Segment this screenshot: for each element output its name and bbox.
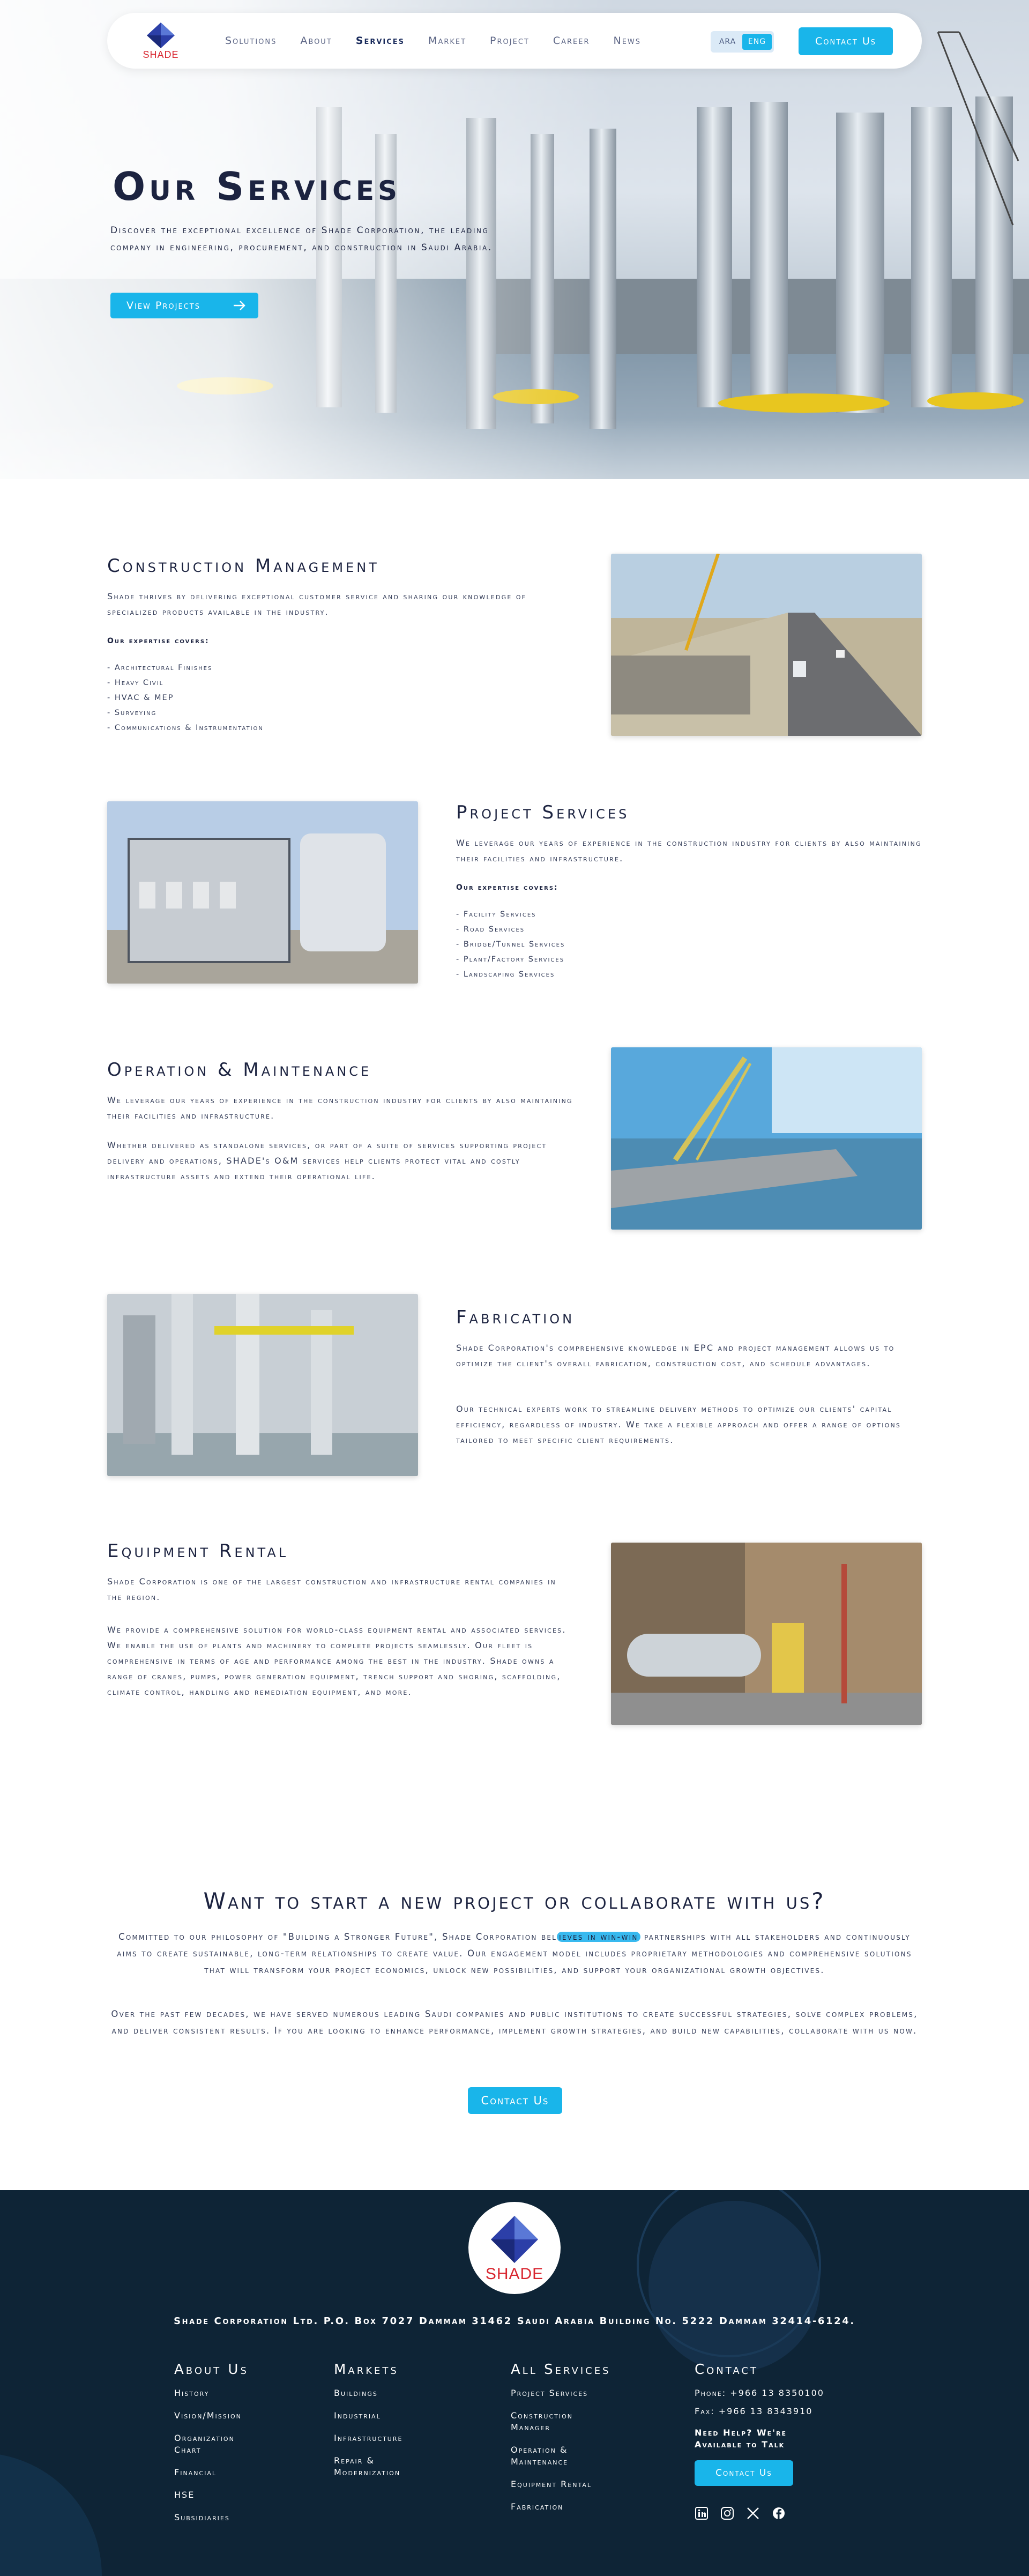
- list-item: - Surveying: [107, 709, 157, 717]
- footer-logo-text: SHADE: [485, 2265, 544, 2283]
- footer-link-industrial[interactable]: Industrial: [334, 2410, 436, 2422]
- hero-description: Discover the exceptional excellence of S…: [110, 225, 493, 253]
- footer-link-repair-modernization[interactable]: Repair & Modernization: [334, 2455, 436, 2478]
- footer-link-construction-manager[interactable]: Construction Manager: [511, 2410, 602, 2433]
- footer-address: Shade Corporation Ltd. P.O. Box 7027 Dam…: [174, 2316, 855, 2327]
- footer-link-subsidiaries[interactable]: Subsidiaries: [174, 2512, 265, 2523]
- top-navbar: SHADE Solutions About Services Market Pr…: [107, 13, 922, 69]
- footer-contact-button[interactable]: Contact Us: [695, 2460, 793, 2486]
- list-item: - Architectural Finishes: [107, 664, 213, 672]
- nav-links: Solutions About Services Market Project …: [225, 13, 665, 69]
- footer-link-buildings[interactable]: Buildings: [334, 2387, 436, 2399]
- footer-link-equipment-rental[interactable]: Equipment Rental: [511, 2478, 611, 2490]
- list-item: - Landscaping Services: [456, 970, 555, 979]
- shade-logo[interactable]: SHADE: [139, 20, 182, 62]
- list-item: - Plant/Factory Services: [456, 955, 565, 964]
- footer-link-history[interactable]: History: [174, 2387, 265, 2399]
- construction-expertise-list: - Architectural Finishes - Heavy Civil -…: [107, 660, 264, 735]
- fabrication-text-1: Shade Corporation's comprehensive knowle…: [456, 1343, 895, 1368]
- nav-link-news[interactable]: News: [614, 35, 642, 47]
- fabrication-image: [107, 1294, 418, 1476]
- footer-link-organization-chart[interactable]: Organization Chart: [174, 2432, 265, 2456]
- page-title: Our Services: [113, 164, 401, 209]
- footer-about-column: About Us History Vision/Mission Organiza…: [174, 2362, 265, 2534]
- footer-link-infrastructure[interactable]: Infrastructure: [334, 2432, 436, 2444]
- instagram-icon[interactable]: [720, 2506, 734, 2520]
- footer: SHADE Shade Corporation Ltd. P.O. Box 70…: [0, 2190, 1029, 2576]
- facebook-icon[interactable]: [772, 2506, 786, 2520]
- equipment-title: Equipment Rental: [107, 1540, 289, 1562]
- footer-contact-title: Contact: [695, 2362, 758, 2378]
- arrow-right-icon: [234, 301, 245, 310]
- lang-eng-button[interactable]: ENG: [742, 34, 772, 50]
- footer-markets-column: Markets Buildings Industrial Infrastruct…: [334, 2362, 436, 2489]
- nav-contact-button[interactable]: Contact Us: [799, 27, 893, 55]
- footer-services-title: All Services: [511, 2362, 611, 2378]
- footer-markets-title: Markets: [334, 2362, 399, 2378]
- footer-link-operation-maintenance[interactable]: Operation & Maintenance: [511, 2444, 602, 2468]
- footer-link-hse[interactable]: HSE: [174, 2489, 265, 2501]
- nav-link-about[interactable]: About: [300, 35, 332, 47]
- footer-link-fabrication[interactable]: Fabrication: [511, 2501, 611, 2513]
- language-toggle: ARA ENG: [711, 31, 774, 53]
- footer-logo[interactable]: SHADE: [468, 2202, 561, 2294]
- cta-p1-start: Committed to our philosophy of "Building…: [118, 1932, 557, 1942]
- cta-title: Want to start a new project or collabora…: [203, 1888, 826, 1914]
- nav-link-services[interactable]: Services: [356, 35, 405, 47]
- nav-link-market[interactable]: Market: [428, 35, 466, 47]
- footer-link-financial[interactable]: Financial: [174, 2467, 265, 2478]
- nav-link-career[interactable]: Career: [553, 35, 590, 47]
- list-item: - Bridge/Tunnel Services: [456, 940, 565, 949]
- construction-title: Construction Management: [107, 555, 379, 577]
- fabrication-title: Fabrication: [456, 1307, 575, 1328]
- cta-highlight: ieves in win-win: [557, 1932, 640, 1942]
- nav-link-project[interactable]: Project: [490, 35, 530, 47]
- operation-text-2: Whether delivered as standalone services…: [107, 1140, 547, 1181]
- construction-text: Shade thrives by delivering exceptional …: [107, 591, 527, 617]
- view-projects-label: View Projects: [126, 300, 200, 311]
- footer-link-vision-mission[interactable]: Vision/Mission: [174, 2410, 265, 2422]
- logo-text: SHADE: [143, 49, 179, 60]
- footer-contact-column: Contact Phone: +966 13 8350100 Fax: +966…: [695, 2362, 824, 2520]
- view-projects-button[interactable]: View Projects: [110, 293, 258, 318]
- cta-paragraph-2: Over the past few decades, we have serve…: [111, 2009, 918, 2036]
- footer-link-project-services[interactable]: Project Services: [511, 2387, 611, 2399]
- hero-section: SHADE Solutions About Services Market Pr…: [0, 0, 1029, 479]
- list-item: - HVAC & MEP: [107, 694, 174, 702]
- footer-help-text: Need Help? We're Available to Talk: [695, 2428, 787, 2450]
- footer-about-title: About Us: [174, 2362, 249, 2378]
- equipment-image: [611, 1543, 922, 1725]
- operation-title: Operation & Maintenance: [107, 1059, 372, 1081]
- list-item: - Heavy Civil: [107, 679, 164, 687]
- equipment-text-1: Shade Corporation is one of the largest …: [107, 1576, 556, 1602]
- list-item: - Road Services: [456, 925, 525, 934]
- equipment-text-2: We provide a comprehensive solution for …: [107, 1625, 566, 1697]
- list-item: - Facility Services: [456, 910, 536, 919]
- list-item: - Communications & Instrumentation: [107, 724, 264, 732]
- project-services-text: We leverage our years of experience in t…: [456, 838, 922, 863]
- project-expertise-label: Our expertise covers:: [456, 883, 558, 892]
- fabrication-text-2: Our technical experts work to streamline…: [456, 1404, 901, 1445]
- x-icon[interactable]: [746, 2506, 760, 2520]
- footer-services-column: All Services Project Services Constructi…: [511, 2362, 611, 2523]
- footer-phone[interactable]: Phone: +966 13 8350100: [695, 2387, 824, 2399]
- cta-paragraph-1: Committed to our philosophy of "Building…: [107, 1929, 922, 1978]
- project-services-title: Project Services: [456, 802, 630, 823]
- construction-image: [611, 554, 922, 736]
- cta-contact-button[interactable]: Contact Us: [468, 2087, 562, 2114]
- operation-text-1: We leverage our years of experience in t…: [107, 1095, 573, 1121]
- construction-expertise-label: Our expertise covers:: [107, 637, 210, 645]
- operation-image: [611, 1047, 922, 1230]
- project-services-image: [107, 801, 418, 984]
- nav-link-solutions[interactable]: Solutions: [225, 35, 277, 47]
- project-expertise-list: - Facility Services - Road Services - Br…: [456, 907, 565, 982]
- lang-ara-button[interactable]: ARA: [713, 38, 742, 46]
- shade-logo-diamond-icon: [147, 23, 175, 48]
- social-links: [695, 2506, 824, 2520]
- linkedin-icon[interactable]: [695, 2506, 709, 2520]
- footer-fax: Fax: +966 13 8343910: [695, 2406, 813, 2416]
